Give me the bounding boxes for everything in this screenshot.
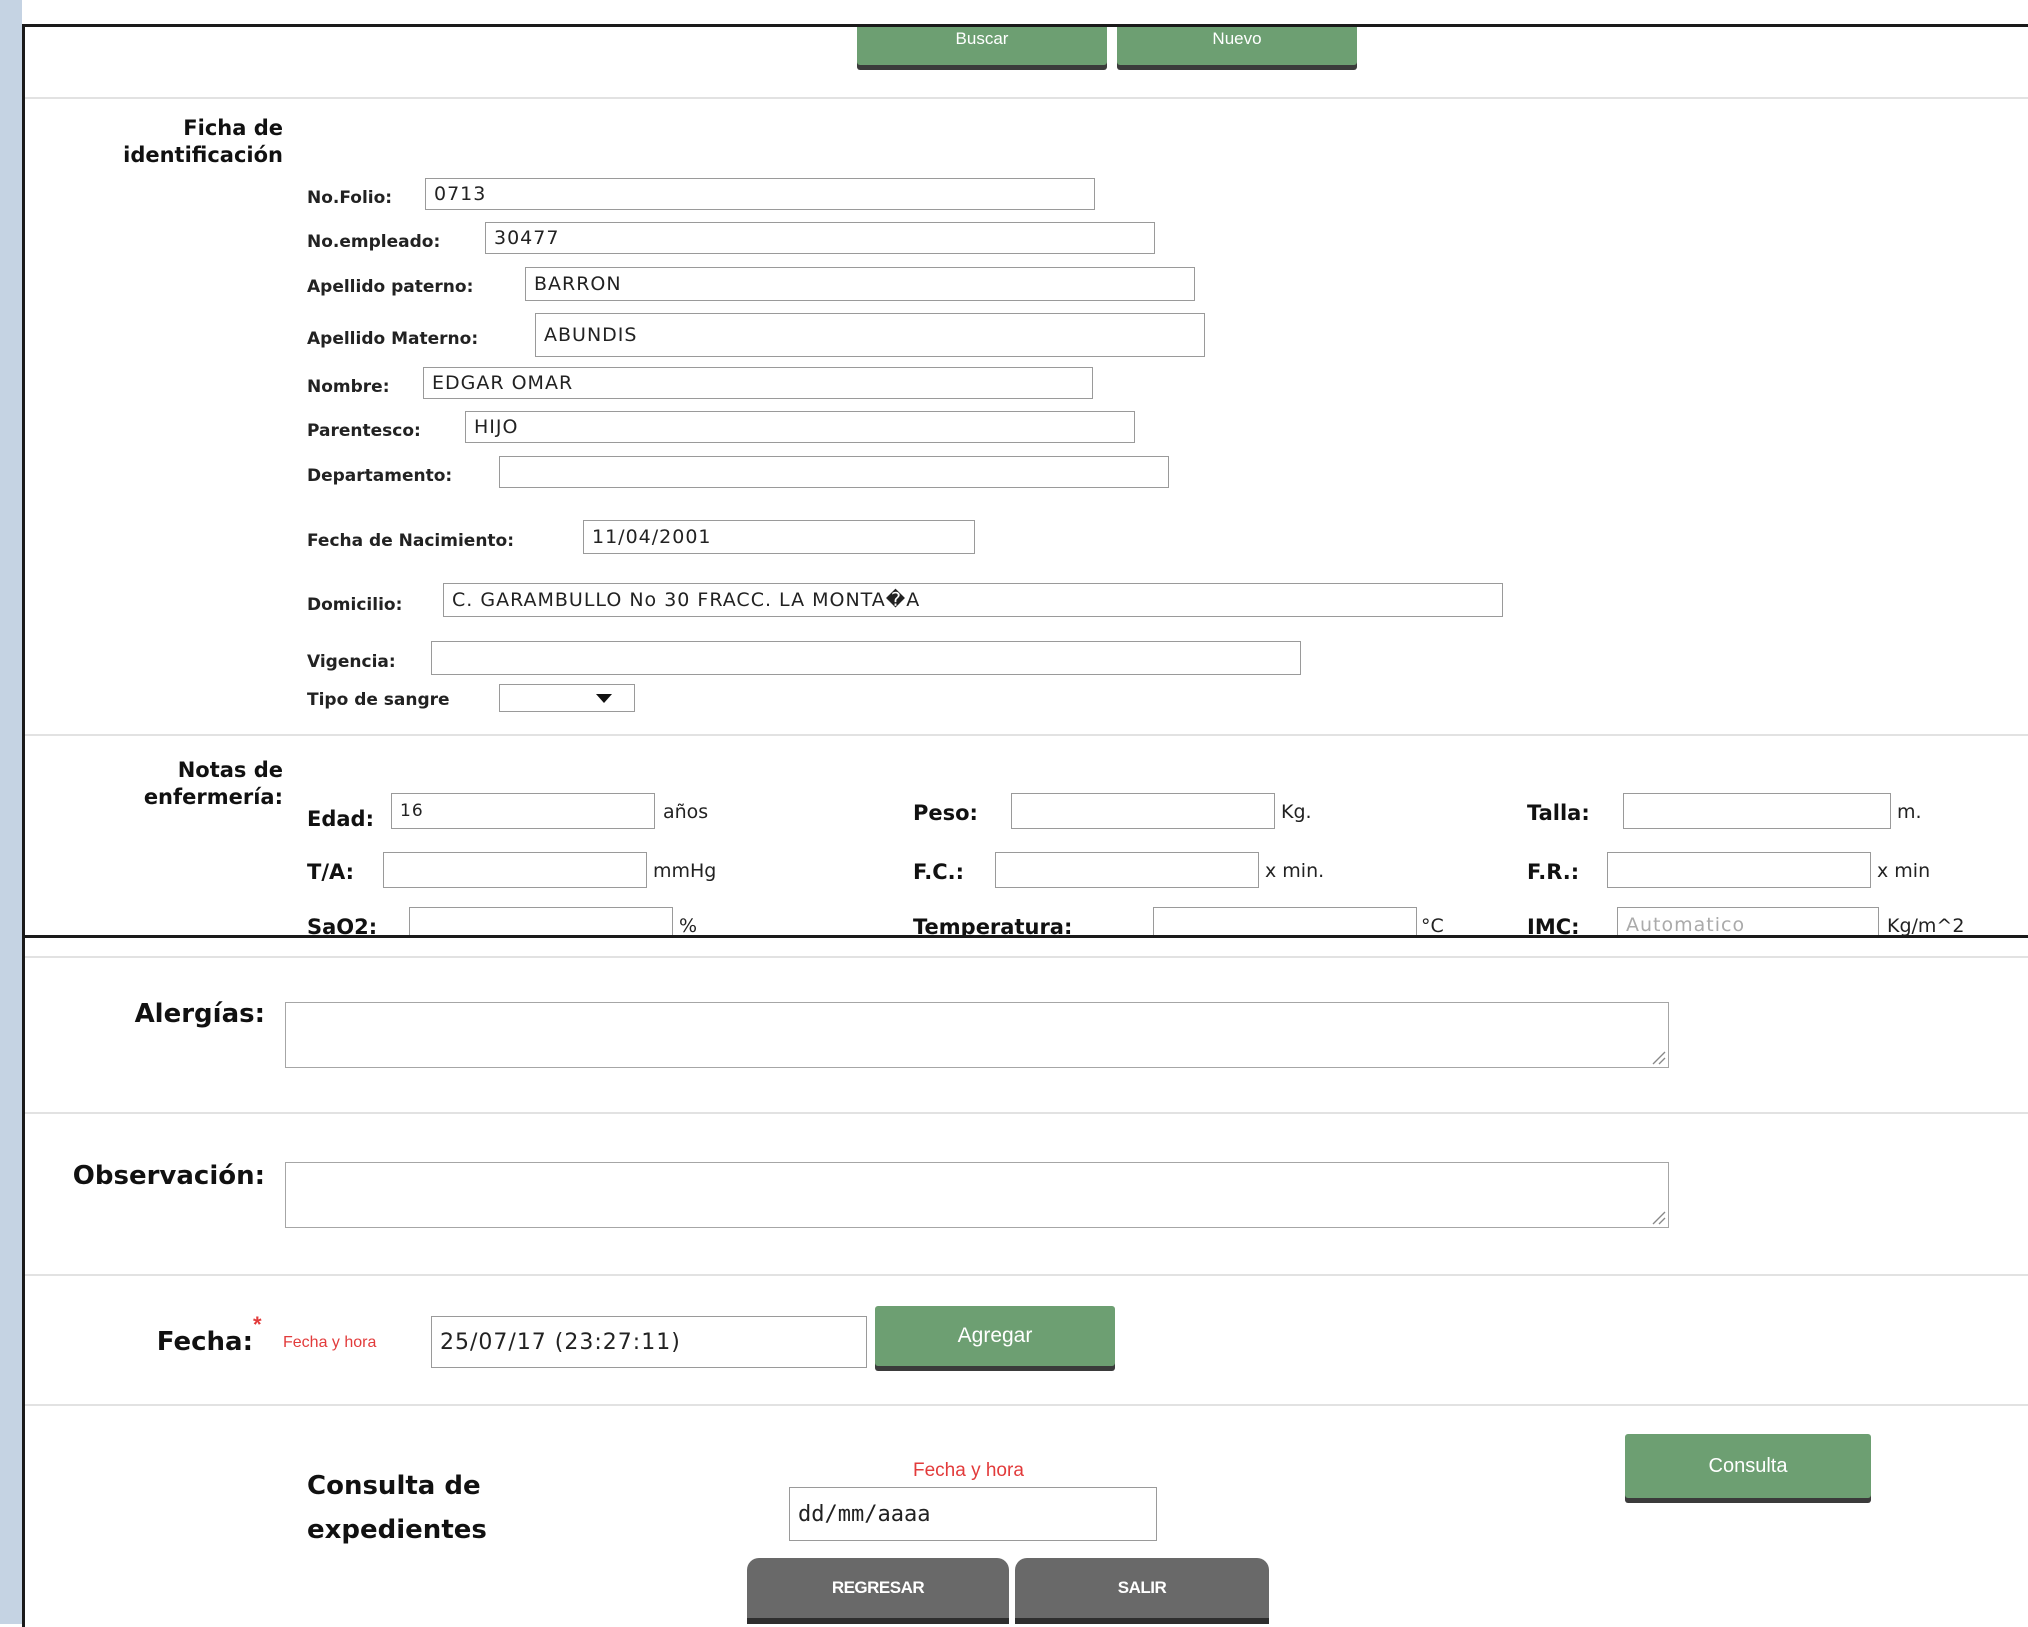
consulta-date-input[interactable]: dd/mm/aaaa xyxy=(789,1487,1157,1541)
peso-unit: Kg. xyxy=(1281,801,1312,823)
notas-heading-line2: enfermería: xyxy=(143,785,283,810)
fr-label: F.R.: xyxy=(1527,860,1580,884)
clinical-notes-panel: Alergías: Observación: Fecha: * Fecha y … xyxy=(22,935,2028,1627)
talla-label: Talla: xyxy=(1527,801,1590,825)
fr-unit: x min xyxy=(1877,860,1931,882)
domicilio-label: Domicilio: xyxy=(307,595,403,615)
notas-heading-line1: Notas de xyxy=(177,758,283,782)
nacimiento-label: Fecha de Nacimiento: xyxy=(307,531,515,551)
required-asterisk: * xyxy=(253,1312,262,1337)
notas-heading: Notas de enfermería: xyxy=(25,757,283,812)
paterno-label: Apellido paterno: xyxy=(307,277,474,297)
fecha-hint: Fecha y hora xyxy=(283,1334,377,1351)
alergias-label: Alergías: xyxy=(134,999,265,1029)
agregar-button[interactable]: Agregar xyxy=(875,1306,1115,1366)
identification-panel: Buscar Nuevo Ficha de identificación No.… xyxy=(22,24,2028,940)
buscar-button[interactable]: Buscar xyxy=(857,27,1107,65)
left-sidebar-strip xyxy=(0,0,22,1624)
observacion-label: Observación: xyxy=(72,1161,265,1191)
peso-input[interactable] xyxy=(1011,793,1275,829)
imc-unit: Kg/m^2 xyxy=(1887,915,1965,937)
regresar-button[interactable]: REGRESAR xyxy=(747,1558,1009,1618)
divider xyxy=(25,1274,2028,1276)
consulta-hint: Fecha y hora xyxy=(913,1460,1024,1481)
empleado-label: No.empleado: xyxy=(307,232,441,252)
edad-label: Edad: xyxy=(307,807,374,831)
fc-label: F.C.: xyxy=(913,860,965,884)
salir-button[interactable]: SALIR xyxy=(1015,1558,1269,1618)
sangre-label: Tipo de sangre xyxy=(307,690,450,710)
paterno-input[interactable]: BARRON xyxy=(525,267,1195,301)
edad-unit: años xyxy=(663,801,709,823)
dropdown-arrow-icon xyxy=(596,693,612,703)
temperatura-unit: °C xyxy=(1421,915,1444,937)
edad-input[interactable]: 16 xyxy=(391,793,655,829)
alergias-textarea[interactable] xyxy=(285,1002,1669,1068)
fc-unit: x min. xyxy=(1265,860,1325,882)
divider xyxy=(25,1404,2028,1406)
observacion-textarea[interactable] xyxy=(285,1162,1669,1228)
sao2-unit: % xyxy=(679,915,698,937)
domicilio-input[interactable]: C. GARAMBULLO No 30 FRACC. LA MONTA�A xyxy=(443,583,1503,617)
nombre-label: Nombre: xyxy=(307,377,390,397)
talla-unit: m. xyxy=(1897,801,1922,823)
fecha-input[interactable]: 25/07/17 (23:27:11) xyxy=(431,1316,867,1368)
ficha-heading-line2: identificación xyxy=(123,143,283,168)
departamento-label: Departamento: xyxy=(307,466,453,486)
ficha-heading-line1: Ficha de xyxy=(183,116,283,140)
materno-label: Apellido Materno: xyxy=(307,329,479,349)
parentesco-label: Parentesco: xyxy=(307,421,421,441)
fc-input[interactable] xyxy=(995,852,1259,888)
vigencia-input[interactable] xyxy=(431,641,1301,675)
materno-input[interactable]: ABUNDIS xyxy=(535,313,1205,357)
fecha-label: Fecha: xyxy=(156,1327,253,1357)
consulta-heading-line2: expedientes xyxy=(307,1515,487,1545)
nacimiento-input[interactable]: 11/04/2001 xyxy=(583,520,975,554)
divider xyxy=(25,97,2028,99)
consulta-heading: Consulta de expedientes xyxy=(307,1464,487,1552)
peso-label: Peso: xyxy=(913,801,978,825)
consulta-button[interactable]: Consulta xyxy=(1625,1434,1871,1498)
empleado-input[interactable]: 30477 xyxy=(485,222,1155,254)
folio-input[interactable]: 0713 xyxy=(425,178,1095,210)
nuevo-button[interactable]: Nuevo xyxy=(1117,27,1357,65)
divider xyxy=(25,1112,2028,1114)
sangre-select[interactable] xyxy=(499,684,635,712)
nombre-input[interactable]: EDGAR OMAR xyxy=(423,367,1093,399)
talla-input[interactable] xyxy=(1623,793,1891,829)
ta-input[interactable] xyxy=(383,852,647,888)
vigencia-label: Vigencia: xyxy=(307,652,396,672)
divider xyxy=(25,956,2028,958)
ta-label: T/A: xyxy=(307,860,355,884)
resize-grip-icon[interactable] xyxy=(1650,1209,1666,1225)
fr-input[interactable] xyxy=(1607,852,1871,888)
divider xyxy=(25,734,2028,736)
ta-unit: mmHg xyxy=(653,860,717,882)
ficha-heading: Ficha de identificación xyxy=(25,115,283,170)
departamento-input[interactable] xyxy=(499,456,1169,488)
folio-label: No.Folio: xyxy=(307,188,393,208)
consulta-heading-line1: Consulta de xyxy=(307,1471,481,1501)
parentesco-input[interactable]: HIJO xyxy=(465,411,1135,443)
resize-grip-icon[interactable] xyxy=(1650,1049,1666,1065)
